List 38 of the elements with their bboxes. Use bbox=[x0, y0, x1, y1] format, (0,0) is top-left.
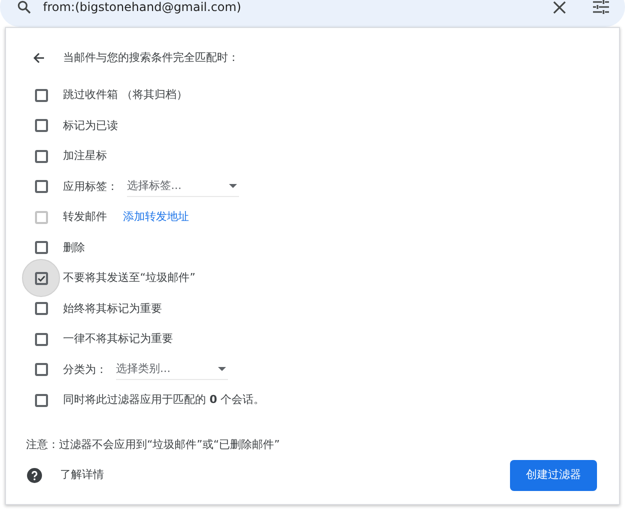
focus-ring bbox=[22, 259, 60, 298]
search-bar[interactable]: from:(bigstonehand@gmail.com) bbox=[0, 0, 625, 27]
checkbox[interactable] bbox=[34, 180, 48, 194]
checkbox[interactable] bbox=[34, 332, 48, 346]
search-icon bbox=[16, 0, 32, 15]
option-label: 不要将其发送至“垃圾邮件” bbox=[63, 270, 196, 286]
option-label: 应用标签： bbox=[63, 178, 118, 194]
dropdown[interactable]: 选择类别... bbox=[116, 360, 228, 380]
option-label: 始终将其标记为重要 bbox=[63, 300, 162, 316]
checkbox[interactable] bbox=[34, 150, 48, 163]
create-filter-button[interactable]: 创建过滤器 bbox=[510, 460, 597, 491]
dropdown[interactable]: 选择标签... bbox=[127, 176, 239, 197]
option-label: 一律不将其标记为重要 bbox=[63, 331, 173, 347]
dropdown-arrow-icon bbox=[229, 184, 237, 188]
checkbox[interactable] bbox=[34, 88, 48, 102]
close-icon[interactable] bbox=[553, 0, 566, 14]
back-arrow-icon[interactable] bbox=[33, 52, 45, 64]
checkbox[interactable] bbox=[34, 394, 48, 407]
checkbox[interactable] bbox=[34, 363, 48, 376]
option-label: 删除 bbox=[63, 240, 85, 256]
search-query: from:(bigstonehand@gmail.com) bbox=[43, 0, 242, 16]
checkbox[interactable] bbox=[34, 302, 48, 316]
checkbox[interactable] bbox=[34, 272, 48, 285]
learn-more-link[interactable]: 了解详情 bbox=[60, 467, 104, 484]
option-label: 转发邮件 bbox=[63, 209, 107, 225]
option-label: 同时将此过滤器应用于匹配的 0 个会话。 bbox=[63, 392, 265, 408]
checkbox[interactable] bbox=[34, 119, 48, 132]
option-label: 跳过收件箱 （将其归档） bbox=[63, 87, 188, 103]
filter-heading: 当邮件与您的搜索条件完全匹配时： bbox=[63, 50, 239, 66]
filter-settings-icon[interactable] bbox=[593, 0, 609, 14]
dropdown-arrow-icon bbox=[218, 367, 226, 372]
option-label: 标记为已读 bbox=[63, 118, 118, 134]
filter-note: 注意：过滤器不会应用到“垃圾邮件”或“已删除邮件” bbox=[25, 436, 281, 452]
option-label: 加注星标 bbox=[63, 148, 107, 164]
help-icon bbox=[27, 468, 42, 483]
option-label: 分类为： bbox=[63, 362, 107, 378]
checkmark-icon bbox=[36, 274, 46, 283]
checkbox[interactable] bbox=[34, 241, 48, 254]
